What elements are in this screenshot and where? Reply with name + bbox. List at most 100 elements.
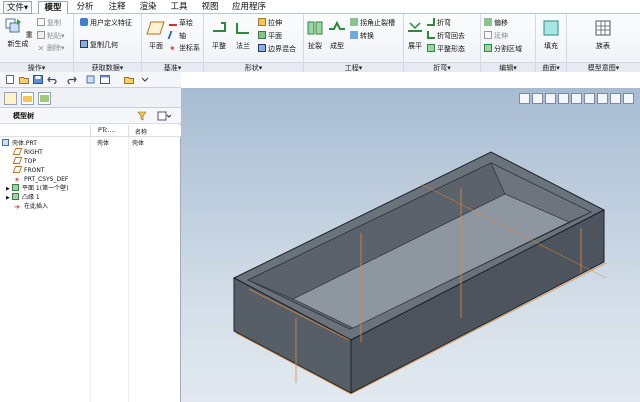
tab-analysis[interactable]: 分析 [72,1,98,14]
tree-item-csys[interactable]: ✶ PRT_CSYS_DEF [14,175,68,184]
delete-label: 删除▾ [47,44,65,52]
group-label-bend[interactable]: 折弯▾ [404,62,480,72]
flange-button[interactable]: 法兰 [231,19,255,51]
paste-icon [37,31,45,39]
tree-item-root[interactable]: 壳体.PRT [2,139,37,148]
open-file-icon[interactable] [19,75,29,84]
tree-item-insert-here[interactable]: ➔ 在此插入 [14,202,48,211]
datum-plane-button[interactable]: 平面 [144,19,168,51]
copy-geometry-button[interactable]: 复制几何 [80,40,118,50]
family-table-button[interactable]: 族表 [589,19,617,51]
csys-button[interactable]: ✶ 坐标系 [169,44,200,53]
axis-button[interactable]: 轴 [167,31,186,41]
flat-wall-button[interactable]: 平整 [207,19,231,51]
corner-relief-button[interactable]: 拐角止裂槽 [350,18,395,28]
tree-item-label: PRT_CSYS_DEF [24,176,69,183]
model-tree-header: 模型树 [0,108,181,124]
form-button[interactable]: 成型 [326,19,348,51]
tab-file[interactable]: 文件▾ [3,1,32,14]
datum-plane-icon [12,166,23,173]
csys-icon: ✶ [14,176,20,184]
redo-icon[interactable] [67,75,77,84]
save-icon[interactable] [33,75,43,84]
split-area-button[interactable]: 分割区域 [484,44,522,54]
datum-plane-icon [12,148,23,155]
plane-shape-button[interactable]: 平面 [258,31,282,41]
rip-button[interactable]: 扯裂 [305,19,325,51]
fill-icon [543,20,559,36]
tree-settings-icon[interactable] [157,111,171,121]
copy-icon [37,18,45,26]
boundary-blend-button[interactable]: 边界混合 [258,44,296,54]
bend-back-icon [427,31,435,39]
tab-annotate[interactable]: 注释 [104,1,130,14]
tree-item-front[interactable]: FRONT [12,166,45,175]
regenerate-button[interactable]: 重新生成 [2,17,34,49]
boundary-blend-label: 边界混合 [268,45,296,53]
extrude-button[interactable]: 拉伸 [258,18,282,28]
tab-favorites[interactable] [38,92,51,105]
boundary-blend-icon [258,44,266,52]
udf-icon [80,18,88,26]
tree-item-right[interactable]: RIGHT [12,148,43,157]
extend-label: 延伸 [494,32,508,40]
delete-button[interactable]: ✕ 删除▾ [37,44,65,53]
tab-model-tree[interactable] [4,92,17,105]
tree-item-label: 平面 1(第一个壁) [22,185,69,192]
unbend-button[interactable]: 展平 [405,19,425,51]
copy-button[interactable]: 复制 [37,18,61,28]
group-label-operations[interactable]: 操作▾ [0,62,73,72]
datum-plane-icon [12,157,23,164]
fill-label: 填充 [544,42,558,50]
column-id-header[interactable]: PTc.... [98,127,115,134]
corner-relief-label: 拐角止裂槽 [360,19,395,27]
group-label-shapes[interactable]: 形状▾ [204,62,303,72]
flat-state-button[interactable]: 平整形态 [427,44,465,54]
undo-icon[interactable] [47,75,57,84]
tab-tools[interactable]: 工具 [166,1,192,14]
sheetmetal-tray-model[interactable] [181,88,640,402]
regenerate-small-icon[interactable] [86,75,96,84]
close-window-icon[interactable] [124,75,134,84]
flat-state-icon [427,44,435,52]
split-area-icon [484,44,492,52]
group-label-edit[interactable]: 编辑▾ [481,62,535,72]
group-label-surface[interactable]: 曲面▾ [536,62,566,72]
extend-button[interactable]: 延伸 [484,31,508,41]
tab-render[interactable]: 渲染 [135,1,161,14]
tab-view[interactable]: 视图 [197,1,223,14]
tree-item-flange[interactable]: ▶ 凸缘 1 [6,193,40,202]
sketch-button[interactable]: 草绘 [169,18,193,28]
bend-back-button[interactable]: 折弯回去 [427,31,465,41]
corner-relief-icon [350,18,358,26]
tab-folder-browser[interactable] [21,92,34,105]
group-label-datum[interactable]: 基准▾ [142,62,203,72]
sketch-icon [169,18,177,26]
customize-toolbar-icon[interactable] [140,75,150,84]
tab-applications[interactable]: 应用程序 [228,1,270,14]
group-label-model-intent[interactable]: 模型意图▾ [567,62,640,72]
group-label-engineering[interactable]: 工程▾ [304,62,403,72]
fill-button[interactable]: 填充 [539,19,563,51]
group-label-get-data[interactable]: 获取数据▾ [74,62,141,72]
tree-item-top[interactable]: TOP [12,157,36,166]
offset-icon [484,18,492,26]
form-label: 成型 [330,42,344,50]
favorites-icon [40,95,49,102]
part-icon [2,139,9,146]
tree-item-flat-wall[interactable]: ▶ 平面 1(第一个壁) [6,184,68,193]
convert-icon [350,31,358,39]
convert-button[interactable]: 转换 [350,31,374,41]
tree-item-label: RIGHT [24,149,43,156]
tab-model[interactable]: 模型 [38,1,68,14]
offset-button[interactable]: 偏移 [484,18,508,28]
tree-filter-icon[interactable] [137,111,149,121]
bend-button[interactable]: 折弯 [427,18,451,28]
paste-button[interactable]: 粘贴▾ [37,31,65,41]
column-name-header[interactable]: 名称 [135,127,147,136]
udf-button[interactable]: 用户定义特征 [80,18,132,28]
windows-icon[interactable] [100,75,110,84]
new-file-icon[interactable] [5,75,15,84]
graphics-viewport[interactable] [181,88,640,402]
flange-feature-icon [12,193,19,200]
